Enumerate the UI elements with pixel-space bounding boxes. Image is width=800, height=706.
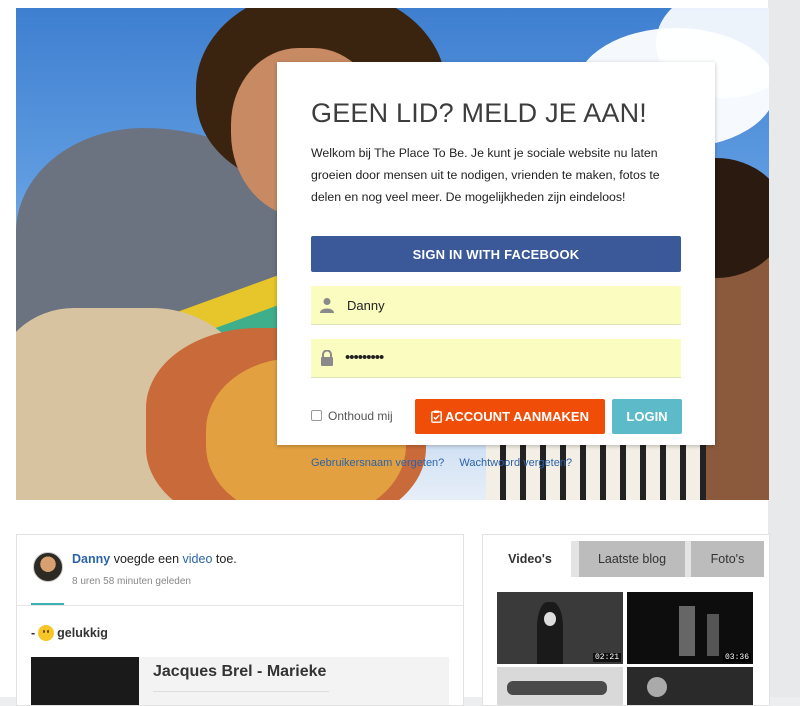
activity-user-link[interactable]: Danny xyxy=(72,552,110,566)
video-thumbnail[interactable]: 02:21 xyxy=(497,592,623,664)
tab-latest-blog[interactable]: Laatste blog xyxy=(579,541,685,577)
user-icon xyxy=(320,298,334,313)
video-duration: 03:36 xyxy=(722,653,751,662)
activity-action-end: toe. xyxy=(215,552,237,566)
create-account-button[interactable]: ACCOUNT AANMAKEN xyxy=(415,399,605,434)
clipboard-check-icon xyxy=(431,410,442,423)
password-input[interactable]: ••••••••• xyxy=(345,339,665,377)
activity-action-text: voegde een xyxy=(113,552,180,566)
forgot-password-link[interactable]: Wachtwoord vergeten? xyxy=(459,457,572,469)
activity-video-link[interactable]: video xyxy=(183,552,213,566)
lock-icon xyxy=(321,350,333,366)
checkbox-icon[interactable] xyxy=(311,410,322,421)
video-thumbnail[interactable] xyxy=(497,667,623,705)
activity-timestamp: 8 uren 58 minuten geleden xyxy=(72,576,191,587)
activity-text: Danny voegde een video toe. xyxy=(72,552,237,566)
create-account-label: ACCOUNT AANMAKEN xyxy=(445,409,589,424)
smiley-icon xyxy=(38,625,55,641)
signup-intro-text: Welkom bij The Place To Be. Je kunt je s… xyxy=(311,146,660,204)
facebook-signin-button[interactable]: SIGN IN WITH FACEBOOK xyxy=(311,236,681,272)
mood-label: gelukkig xyxy=(57,626,108,640)
divider xyxy=(153,691,329,692)
login-button[interactable]: LOGIN xyxy=(612,399,682,434)
media-tabs: Video's Laatste blog Foto's xyxy=(489,541,764,577)
remember-me-checkbox[interactable]: Onthoud mij xyxy=(311,409,393,423)
media-panel: Video's Laatste blog Foto's 02:21 03:36 xyxy=(482,534,770,706)
forgot-username-link[interactable]: Gebruikersnaam vergeten? xyxy=(311,457,444,469)
signup-title: GEEN LID? MELD JE AAN! xyxy=(311,98,648,128)
password-field[interactable]: ••••••••• xyxy=(311,339,681,378)
activity-feed-item: Danny voegde een video toe. 8 uren 58 mi… xyxy=(16,534,464,706)
mood-status: - gelukkig xyxy=(31,625,108,641)
signup-login-card: GEEN LID? MELD JE AAN! Welkom bij The Pl… xyxy=(277,62,715,445)
divider xyxy=(17,605,463,606)
video-title[interactable]: Jacques Brel - Marieke xyxy=(153,663,326,681)
video-duration: 02:21 xyxy=(592,653,621,662)
tab-photos[interactable]: Foto's xyxy=(691,541,764,577)
mood-prefix: - xyxy=(31,626,36,640)
video-thumbnail[interactable]: 03:36 xyxy=(627,592,753,664)
forgot-links: Gebruikersnaam vergeten? Wachtwoord verg… xyxy=(311,457,584,469)
remember-me-label: Onthoud mij xyxy=(328,409,393,423)
shared-video-card[interactable]: Jacques Brel - Marieke xyxy=(31,657,449,705)
username-input[interactable] xyxy=(345,286,669,326)
username-field[interactable] xyxy=(311,286,681,326)
video-thumbnail[interactable] xyxy=(31,657,139,705)
right-side-strip xyxy=(768,0,800,697)
avatar[interactable] xyxy=(33,552,63,582)
tab-videos[interactable]: Video's xyxy=(489,541,571,577)
video-thumbnail[interactable] xyxy=(627,667,753,705)
